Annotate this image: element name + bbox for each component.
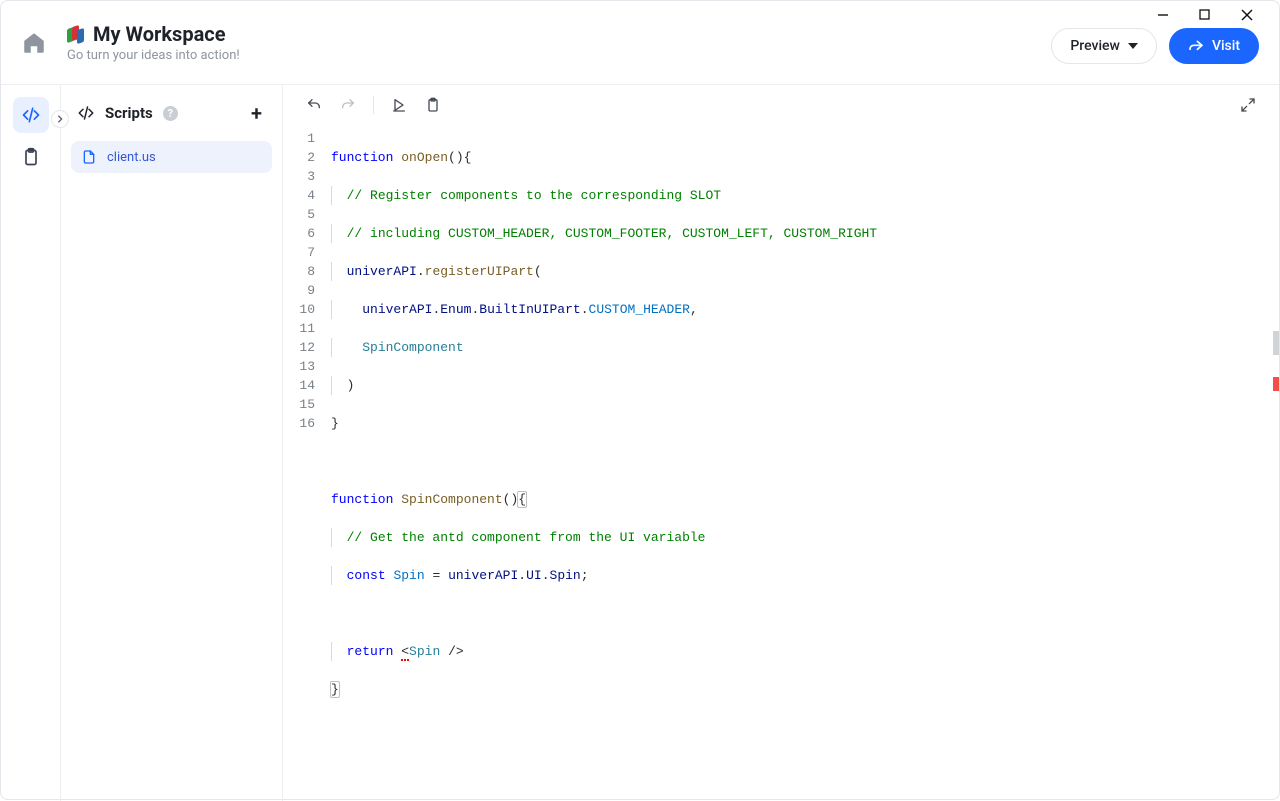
main: Scripts ? + client.us [1,85,1279,801]
editor-toolbar [283,85,1279,125]
rail-scripts[interactable] [13,97,49,133]
file-item[interactable]: client.us [71,141,272,173]
tasks-button[interactable] [420,92,446,118]
window-maximize[interactable] [1199,9,1223,21]
expand-icon [1240,97,1256,113]
rail-collapse-toggle[interactable] [51,110,69,128]
workspace-logo-icon [67,25,85,43]
window-close[interactable] [1241,9,1265,21]
code-icon [21,105,41,125]
window-minimize[interactable] [1157,9,1181,21]
undo-button[interactable] [301,92,327,118]
add-script-button[interactable]: + [247,101,266,125]
header: My Workspace Go turn your ideas into act… [1,1,1279,85]
clipboard-icon [21,147,41,167]
scroll-overview [1271,125,1279,801]
preview-label: Preview [1070,38,1120,54]
editor-area: 12345678910111213141516 function onOpen(… [283,85,1279,801]
redo-icon [340,97,356,113]
sidebar: Scripts ? + client.us [61,85,283,801]
visit-button[interactable]: Visit [1169,28,1259,64]
visit-label: Visit [1212,38,1240,54]
rail [1,85,61,801]
overview-error-mark [1273,377,1279,391]
code-editor[interactable]: 12345678910111213141516 function onOpen(… [283,125,1279,801]
file-icon [81,149,97,165]
sidebar-title: Scripts [105,104,153,122]
run-button[interactable] [386,92,412,118]
clipboard-icon [425,97,441,113]
file-name: client.us [107,150,156,165]
chevron-right-icon [56,115,64,123]
code-icon [77,104,95,122]
preview-button[interactable]: Preview [1051,28,1157,64]
window-controls [1143,1,1279,29]
expand-button[interactable] [1235,92,1261,118]
overview-mark [1273,331,1279,355]
rail-tasks[interactable] [13,139,49,175]
workspace-heading: My Workspace Go turn your ideas into act… [67,22,240,63]
play-icon [391,97,407,113]
toolbar-separator [373,96,374,114]
workspace-title: My Workspace [93,22,226,46]
sidebar-header: Scripts ? + [71,97,272,137]
code-content[interactable]: function onOpen(){ // Register component… [331,129,1279,801]
home-icon[interactable] [21,30,47,56]
line-gutter: 12345678910111213141516 [283,129,331,801]
undo-icon [306,97,322,113]
workspace-subtitle: Go turn your ideas into action! [67,48,240,63]
caret-down-icon [1128,43,1138,49]
help-icon[interactable]: ? [163,106,178,121]
redo-button[interactable] [335,92,361,118]
share-arrow-icon [1188,38,1204,54]
